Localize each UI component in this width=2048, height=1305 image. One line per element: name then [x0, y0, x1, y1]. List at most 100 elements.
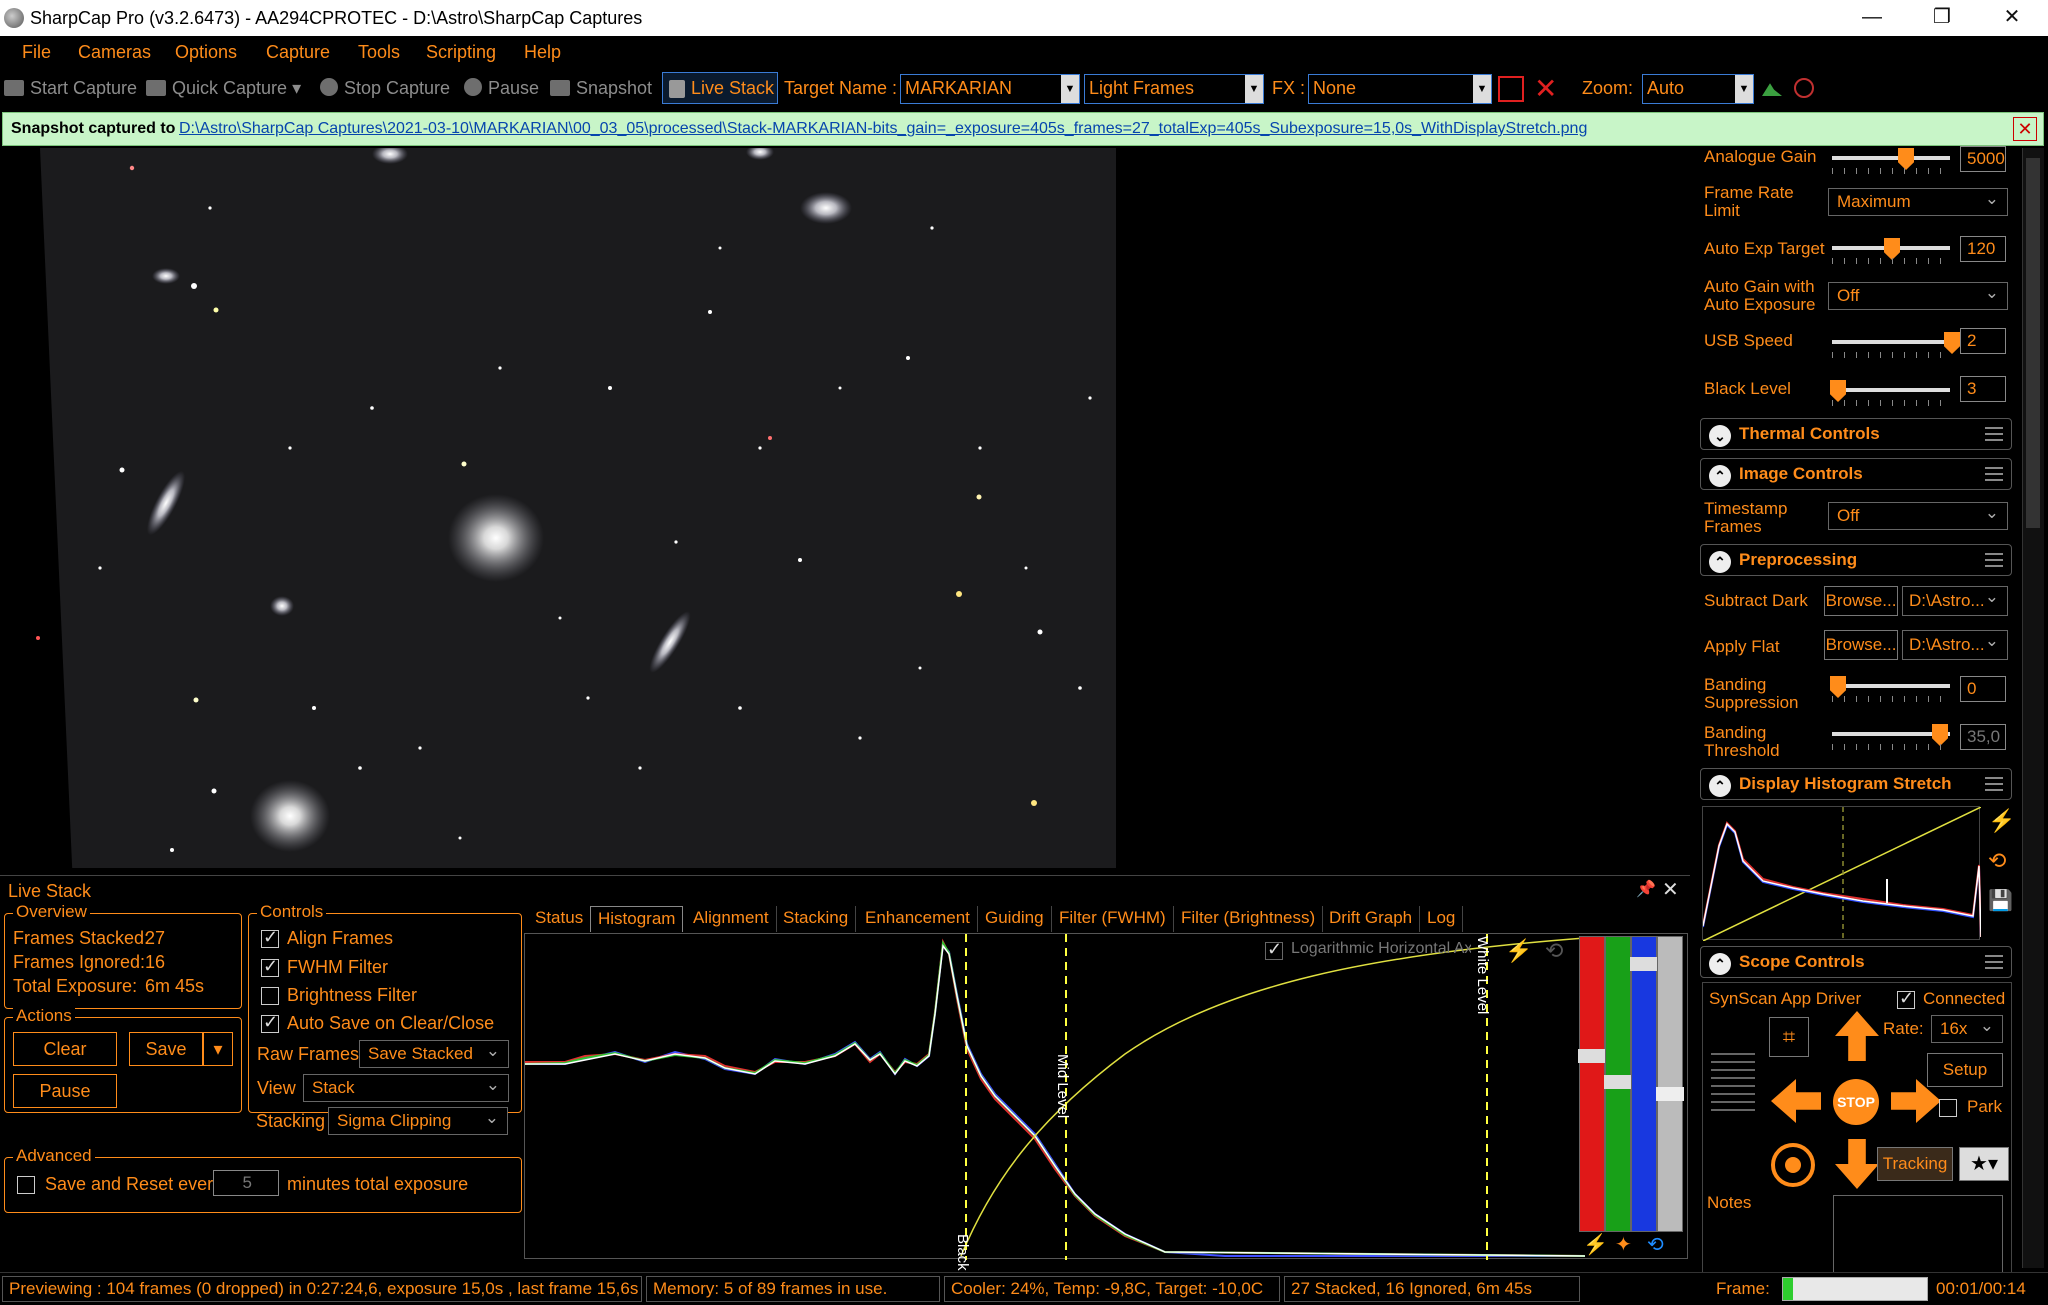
save-options-dropdown[interactable]: ▾ [203, 1032, 233, 1066]
luminance-level-bar[interactable] [1656, 936, 1684, 1232]
image-viewport[interactable] [0, 148, 1690, 868]
tracking-mode-star-icon[interactable]: ★▾ [1959, 1147, 2009, 1181]
save-button[interactable]: Save [129, 1032, 203, 1066]
menu-options[interactable]: Options [175, 42, 237, 63]
hamburger-icon[interactable] [1985, 955, 2003, 969]
brightness-filter-checkbox[interactable] [261, 987, 279, 1005]
frame-rate-select[interactable]: Maximum [1828, 188, 2008, 216]
clear-button[interactable]: Clear [13, 1032, 117, 1066]
auto-stretch-icon[interactable]: ⚡ [1583, 1232, 1608, 1257]
restore-button[interactable]: ❐ [1910, 0, 1974, 36]
save-stretch-icon[interactable]: 💾 [1988, 888, 2013, 913]
tab-enhancement[interactable]: Enhancement [858, 906, 978, 932]
flat-file-select[interactable]: D:\Astro... [1902, 630, 2008, 660]
arrow-left-icon[interactable] [1771, 1079, 1821, 1123]
panel-scrollbar[interactable] [2022, 148, 2044, 1268]
selection-area-icon[interactable] [1498, 76, 1524, 102]
banding-suppression-slider[interactable] [1830, 676, 1950, 702]
notification-path-link[interactable]: D:\Astro\SharpCap Captures\2021-03-10\MA… [179, 120, 1587, 138]
usb-speed-input[interactable]: 2 [1960, 328, 2006, 354]
green-level-bar[interactable] [1604, 936, 1632, 1232]
close-window-button[interactable]: ✕ [1980, 0, 2044, 36]
view-select[interactable]: Stack [303, 1074, 509, 1102]
lightning-icon[interactable]: ⚡ [1505, 938, 1532, 964]
display-histogram-view[interactable] [1702, 806, 1981, 941]
analogue-gain-input[interactable]: 5000 [1960, 146, 2006, 172]
park-checkbox[interactable] [1939, 1099, 1957, 1117]
menu-tools[interactable]: Tools [358, 42, 400, 63]
display-histogram-section[interactable]: ⌃ Display Histogram Stretch [1700, 768, 2012, 800]
hamburger-icon[interactable] [1985, 467, 2003, 481]
auto-exp-target-slider[interactable] [1832, 238, 1950, 264]
star-adjust-icon[interactable]: ✦ [1615, 1232, 1632, 1257]
arrow-down-icon[interactable] [1835, 1139, 1879, 1189]
stop-button[interactable]: STOP [1833, 1079, 1879, 1125]
browse-flat-button[interactable]: Browse... [1824, 630, 1898, 660]
histogram-view[interactable]: Black Level Mid Level White Level Logari… [524, 933, 1688, 1305]
blue-level-bar[interactable] [1630, 936, 1658, 1232]
tab-guiding[interactable]: Guiding [978, 906, 1052, 932]
auto-save-checkbox[interactable] [261, 1012, 279, 1033]
save-reset-checkbox[interactable] [17, 1176, 35, 1194]
snapshot-button[interactable]: Snapshot [550, 78, 652, 99]
tab-log[interactable]: Log [1420, 906, 1464, 932]
banding-threshold-slider[interactable] [1832, 724, 1950, 750]
rate-select[interactable]: 16x [1931, 1015, 2003, 1043]
start-capture-button[interactable]: Start Capture [4, 78, 137, 99]
tab-histogram[interactable]: Histogram [590, 906, 684, 932]
hamburger-icon[interactable] [1985, 427, 2003, 441]
hamburger-icon[interactable] [1985, 553, 2003, 567]
tab-alignment[interactable]: Alignment [686, 906, 777, 932]
frame-type-select[interactable]: Light Frames ▼ [1084, 74, 1264, 104]
minimize-button[interactable]: — [1840, 0, 1904, 36]
black-level-input[interactable]: 3 [1960, 376, 2006, 402]
menu-scripting[interactable]: Scripting [426, 42, 496, 63]
tracking-button[interactable]: Tracking [1877, 1147, 1953, 1181]
black-level-slider[interactable] [1830, 380, 1950, 406]
live-stack-button[interactable]: Live Stack [662, 72, 778, 104]
thermal-controls-section[interactable]: ⌄ Thermal Controls [1700, 418, 2012, 450]
usb-speed-slider[interactable] [1832, 332, 1960, 358]
close-notification-button[interactable]: ✕ [2013, 117, 2037, 141]
tab-filter-brightness[interactable]: Filter (Brightness) [1174, 906, 1324, 932]
image-controls-section[interactable]: ⌃ Image Controls [1700, 458, 2012, 490]
zoom-select[interactable]: Auto ▼ [1642, 74, 1754, 104]
hamburger-icon[interactable] [1985, 777, 2003, 791]
raw-frames-select[interactable]: Save Stacked [359, 1040, 509, 1068]
browse-dark-button[interactable]: Browse... [1824, 586, 1898, 616]
crosshair-icon[interactable]: ✕ [1534, 72, 1557, 105]
fwhm-filter-checkbox[interactable] [261, 956, 279, 977]
reset-levels-icon[interactable]: ⟲ [1647, 1232, 1664, 1257]
banding-suppression-input[interactable]: 0 [1960, 676, 2006, 702]
menu-file[interactable]: File [22, 42, 51, 63]
tab-stacking[interactable]: Stacking [776, 906, 857, 932]
target-icon[interactable] [1794, 78, 1814, 98]
fx-select[interactable]: None ▼ [1308, 74, 1492, 104]
align-frames-checkbox[interactable] [261, 927, 279, 948]
preprocessing-section[interactable]: ⌃ Preprocessing [1700, 544, 2012, 576]
analogue-gain-slider[interactable] [1832, 148, 1950, 174]
close-panel-icon[interactable]: ✕ [1662, 877, 1679, 902]
timestamp-frames-select[interactable]: Off [1828, 502, 2008, 530]
stacking-select[interactable]: Sigma Clipping [328, 1107, 508, 1135]
histogram-icon[interactable] [1762, 83, 1782, 96]
home-position-icon[interactable] [1771, 1143, 1815, 1187]
stop-capture-button[interactable]: Stop Capture [320, 78, 450, 99]
menu-help[interactable]: Help [524, 42, 561, 63]
auto-exp-target-input[interactable]: 120 [1960, 236, 2006, 262]
tab-filter-fwhm[interactable]: Filter (FWHM) [1052, 906, 1174, 932]
minutes-stepper[interactable]: 5 [213, 1170, 279, 1196]
reset-stretch-icon[interactable]: ⟲ [1988, 848, 2006, 874]
connected-checkbox[interactable] [1897, 988, 1915, 1009]
pause-stack-button[interactable]: Pause [13, 1074, 117, 1108]
reset-icon[interactable]: ⟲ [1545, 938, 1563, 964]
pause-button[interactable]: Pause [464, 78, 539, 99]
tab-drift-graph[interactable]: Drift Graph [1322, 906, 1421, 932]
tab-status[interactable]: Status [528, 906, 592, 932]
auto-gain-select[interactable]: Off [1828, 282, 2008, 310]
scope-controls-section[interactable]: ⌃ Scope Controls [1700, 946, 2012, 978]
arrow-up-icon[interactable] [1835, 1011, 1879, 1061]
banding-threshold-input[interactable]: 35,0 [1960, 724, 2006, 750]
quick-capture-button[interactable]: Quick Capture ▾ [146, 78, 301, 99]
red-level-bar[interactable] [1578, 936, 1606, 1232]
